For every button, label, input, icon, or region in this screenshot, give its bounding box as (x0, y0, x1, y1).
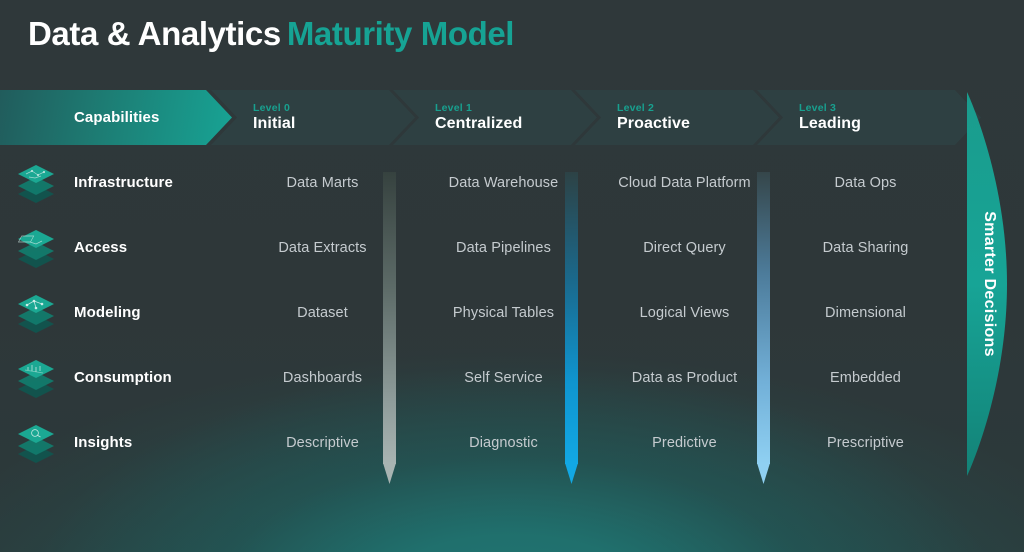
smarter-decisions-text-wrap: Smarter Decisions (963, 92, 1011, 476)
matrix-cell-1-2: Direct Query (643, 239, 726, 256)
matrix-row: Consumption Dashboards Self Service Data… (0, 345, 1024, 410)
level-name-3: Leading (799, 115, 862, 132)
capability-label-cell-0: Infrastructure (0, 161, 232, 205)
capability-label-cell-3: Consumption (0, 356, 232, 400)
maturity-level-header: Capabilities Level 0 Initial Level 1 Cen… (0, 90, 1024, 145)
progression-arrow-3-head (757, 463, 770, 484)
maturity-model-diagram: Data & Analytics Maturity Model Capabilit… (0, 0, 1024, 552)
layered-data-diamond-icon (12, 291, 60, 335)
matrix-cell-2-3: Dimensional (825, 304, 906, 321)
header-level-chevron-3[interactable]: Level 3 Leading (757, 90, 981, 145)
progression-arrow-2-head (565, 463, 578, 484)
page-title-primary: Data & Analytics (28, 15, 281, 52)
capability-name-3: Consumption (74, 369, 172, 386)
matrix-cell-3-3: Embedded (830, 369, 901, 386)
header-capabilities-chevron[interactable]: Capabilities (0, 90, 232, 145)
capability-name-4: Insights (74, 434, 133, 451)
progression-arrow-1 (383, 172, 396, 484)
progression-arrow-2 (565, 172, 578, 484)
matrix-cell-4-2: Predictive (652, 434, 717, 451)
matrix-row: Modeling Dataset Physical Tables Logical… (0, 280, 1024, 345)
matrix-row: Access Data Extracts Data Pipelines Dire… (0, 215, 1024, 280)
progression-arrow-1-shaft (383, 172, 396, 464)
progression-arrow-2-shaft (565, 172, 578, 464)
matrix-cell-4-3: Prescriptive (827, 434, 904, 451)
matrix-row: Infrastructure Data Marts Data Warehouse… (0, 150, 1024, 215)
smarter-decisions-banner: Smarter Decisions (963, 92, 1011, 476)
header-level-chevron-2[interactable]: Level 2 Proactive (575, 90, 779, 145)
capability-label-cell-2: Modeling (0, 291, 232, 335)
matrix-cell-2-2: Logical Views (639, 304, 730, 321)
level-name-1: Centralized (435, 115, 523, 132)
page-title-accent: Maturity Model (286, 15, 515, 52)
matrix-row: Insights Descriptive Diagnostic Predicti… (0, 410, 1024, 475)
capability-name-1: Access (74, 239, 128, 256)
progression-arrow-1-head (383, 463, 396, 484)
matrix-cell-0-2: Cloud Data Platform (618, 174, 751, 191)
level-number-1: Level 1 (435, 102, 473, 114)
capabilities-label: Capabilities (74, 109, 160, 126)
layered-data-diamond-icon (12, 421, 60, 465)
layered-data-diamond-icon (12, 226, 60, 270)
capability-name-2: Modeling (74, 304, 141, 321)
level-number-2: Level 2 (617, 102, 655, 114)
maturity-matrix: Infrastructure Data Marts Data Warehouse… (0, 150, 1024, 475)
capability-label-cell-4: Insights (0, 421, 232, 465)
progression-arrow-3 (757, 172, 770, 484)
layered-data-diamond-icon (12, 356, 60, 400)
matrix-cell-3-2: Data as Product (631, 369, 738, 386)
page-title: Data & Analytics Maturity Model (28, 14, 514, 54)
level-name-0: Initial (253, 115, 296, 132)
matrix-cell-0-3: Data Ops (834, 174, 897, 191)
header-level-chevron-0[interactable]: Level 0 Initial (211, 90, 415, 145)
level-number-0: Level 0 (253, 102, 291, 114)
level-name-2: Proactive (617, 115, 690, 132)
progression-arrow-3-shaft (757, 172, 770, 464)
header-level-chevron-1[interactable]: Level 1 Centralized (393, 90, 597, 145)
matrix-cell-1-3: Data Sharing (822, 239, 909, 256)
smarter-decisions-label: Smarter Decisions (981, 211, 999, 357)
capability-label-cell-1: Access (0, 226, 232, 270)
capability-name-0: Infrastructure (74, 174, 173, 191)
level-number-3: Level 3 (799, 102, 837, 114)
layered-data-diamond-icon (12, 161, 60, 205)
